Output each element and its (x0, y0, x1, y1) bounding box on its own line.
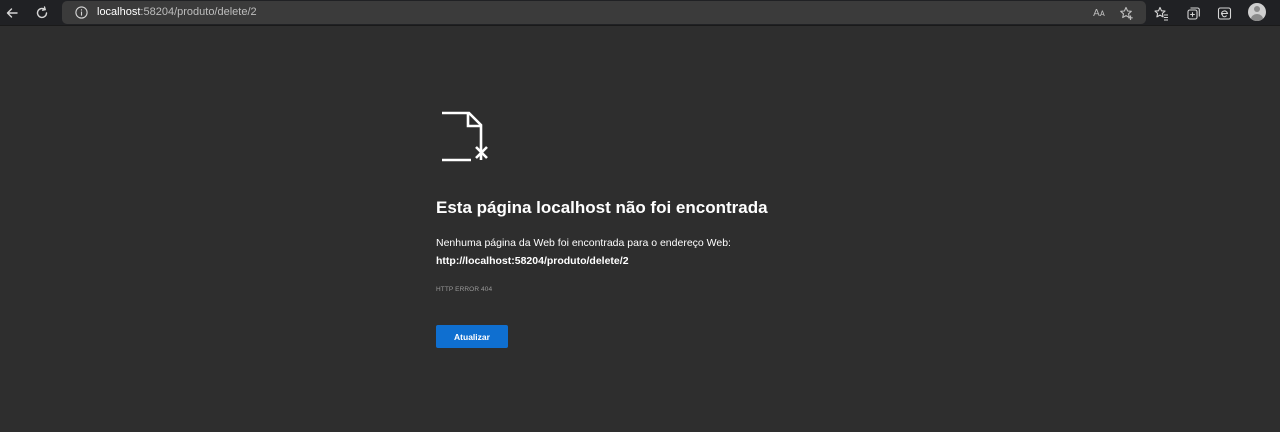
address-bar[interactable]: localhost:58204/produto/delete/2 Aᴀ (62, 1, 1146, 24)
favorite-add-icon[interactable] (1117, 4, 1135, 22)
edge-icon[interactable] (1213, 2, 1235, 24)
back-arrow-icon[interactable] (1, 2, 23, 24)
profile-avatar-icon[interactable] (1248, 3, 1266, 21)
page-title: Esta página localhost não foi encontrada (436, 198, 768, 217)
favorites-icon[interactable] (1150, 2, 1172, 24)
address-host: localhost (97, 6, 141, 18)
error-code: HTTP ERROR 404 (436, 286, 493, 293)
error-description: Nenhuma página da Web foi encontrada par… (436, 237, 731, 249)
address-url: localhost:58204/produto/delete/2 (97, 6, 257, 18)
failed-url: http://localhost:58204/produto/delete/2 (436, 255, 629, 267)
document-error-icon (442, 111, 488, 162)
read-aloud-glyph: Aᴀ (1093, 7, 1105, 19)
refresh-icon[interactable] (31, 2, 53, 24)
collections-icon[interactable] (1182, 2, 1204, 24)
reload-button[interactable]: Atualizar (436, 325, 508, 348)
browser-toolbar: localhost:58204/produto/delete/2 Aᴀ (0, 0, 1280, 26)
address-path: :58204/produto/delete/2 (140, 6, 257, 18)
read-aloud-icon[interactable]: Aᴀ (1090, 4, 1108, 22)
info-icon[interactable] (74, 5, 89, 20)
